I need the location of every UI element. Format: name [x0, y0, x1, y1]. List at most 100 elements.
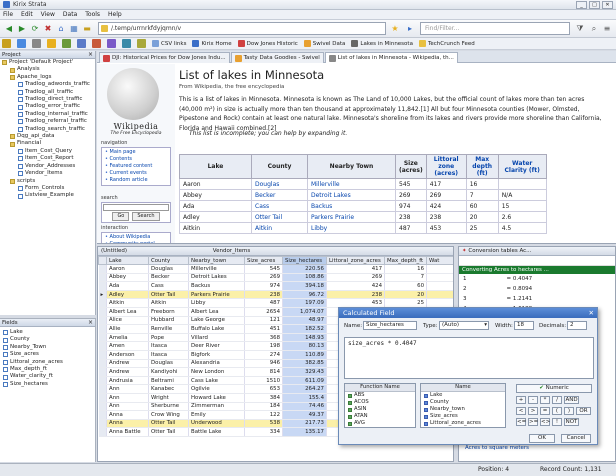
browser-tab-dji[interactable]: DJI: Historical Prices for Dow Jones Ind…	[99, 52, 230, 63]
wiki-table-cell[interactable]: Backus	[307, 200, 396, 212]
project-tree-item[interactable]: Tradlog_search_traffic	[0, 126, 95, 133]
project-tree-item[interactable]: Vendor_Addresses	[0, 163, 95, 170]
grid-cell[interactable]: 329.43	[282, 367, 327, 377]
grid-cell[interactable]: Bigfork	[188, 350, 245, 360]
field-name-item[interactable]: Nearby_town	[421, 406, 505, 413]
grid-cell[interactable]: Deer River	[188, 341, 245, 351]
field-name-item[interactable]: Lake	[421, 392, 505, 399]
wiki-go-button[interactable]: Go	[112, 212, 130, 221]
operator-button[interactable]: >	[528, 407, 538, 415]
grid-cell[interactable]: Ann	[106, 384, 149, 394]
grid-cell[interactable]: Alice	[106, 316, 149, 326]
grid-cell[interactable]: 80.13	[282, 341, 327, 351]
row-marker[interactable]	[98, 350, 107, 360]
grid-cell[interactable]: Otter Tail	[148, 427, 189, 437]
row-marker[interactable]	[98, 316, 107, 326]
toolbar-lightning-icon[interactable]	[47, 39, 56, 48]
project-tree-item[interactable]: Tradlog_internal_traffic	[0, 111, 95, 118]
grid-cell[interactable]: 16	[384, 264, 427, 274]
grid-cell[interactable]: 417	[326, 264, 385, 274]
menu-data[interactable]: Data	[63, 11, 77, 18]
operator-button[interactable]: AND	[564, 396, 579, 404]
operator-button[interactable]: !	[552, 418, 562, 426]
grid-tab-vendor-items[interactable]: Vendor_Items	[213, 248, 250, 254]
table-row[interactable]: Ada Cass Backus 974 394.18 424 60	[98, 281, 453, 291]
operator-button[interactable]: )	[564, 407, 574, 415]
menu-view[interactable]: View	[41, 11, 55, 18]
grid-cell[interactable]: 48.97	[282, 316, 327, 326]
close-button[interactable]: ✕	[602, 1, 613, 9]
grid-cell[interactable]: 545	[244, 264, 283, 274]
operator-button[interactable]: /	[552, 396, 562, 404]
table-row[interactable]: Aaron Douglas Millerville 545 220.56 417 16	[98, 264, 453, 274]
project-tree-item[interactable]: Vendor_Items	[0, 170, 95, 177]
grid-cell[interactable]: 946	[244, 359, 283, 369]
home-icon[interactable]: ⌂	[55, 23, 67, 35]
ok-button[interactable]: OK	[529, 434, 555, 443]
stop-icon[interactable]: ✖	[42, 23, 54, 35]
toolbar-save-icon[interactable]	[17, 39, 26, 48]
field-item[interactable]: County	[3, 336, 95, 343]
grid-cell[interactable]: Wright	[148, 393, 189, 403]
row-marker[interactable]	[98, 427, 107, 437]
field-item[interactable]: Lake	[3, 329, 95, 336]
bookmark-star-icon[interactable]: ★	[389, 23, 401, 35]
grid-cell[interactable]: Aitkin	[106, 298, 149, 308]
grid-cell[interactable]: 974	[244, 281, 283, 291]
grid-cell[interactable]: 269	[326, 273, 385, 283]
grid-cell[interactable]: Beltrami	[148, 376, 189, 386]
grid-cell[interactable]: 1510	[244, 376, 283, 386]
toolbar-calc-icon[interactable]	[137, 39, 146, 48]
grid-cell[interactable]: Buffalo Lake	[188, 324, 245, 334]
grid-cell[interactable]	[426, 281, 453, 291]
wiki-table-cell[interactable]: Douglas	[251, 178, 308, 190]
grid-cell[interactable]: 110.89	[282, 350, 327, 360]
project-tree-item[interactable]: Form_Controls	[0, 185, 95, 192]
cancel-button[interactable]: Cancel	[561, 434, 591, 443]
operator-button[interactable]: >=	[528, 418, 538, 426]
close-icon[interactable]: ×	[88, 319, 93, 327]
row-marker[interactable]	[98, 410, 107, 420]
project-tree-item[interactable]: Tradlog_error_traffic	[0, 103, 95, 110]
name-input[interactable]: Size_hectares	[363, 321, 417, 330]
row-marker[interactable]	[98, 376, 107, 386]
table-row[interactable]: Abbey Becker Detroit Lakes 269 108.86 269 7	[98, 273, 453, 283]
function-item[interactable]: ABS	[345, 392, 415, 399]
row-marker[interactable]	[98, 359, 107, 369]
menu-help[interactable]: Help	[108, 11, 122, 18]
grid-column-header[interactable]: Max_depth_ft	[384, 256, 427, 265]
project-tree-item[interactable]: scripts	[0, 178, 95, 185]
grid-cell[interactable]: Itasca	[148, 341, 189, 351]
function-item[interactable]: ATAN	[345, 413, 415, 420]
grid-cell[interactable]: 74.46	[282, 402, 327, 412]
wiki-table-cell[interactable]: Libby	[307, 222, 396, 234]
grid-cell[interactable]: Ann	[106, 402, 149, 412]
grid-cell[interactable]	[426, 290, 453, 300]
grid-cell[interactable]: 384	[244, 393, 283, 403]
project-tree-item[interactable]: Tradlog_direct_traffic	[0, 96, 95, 103]
field-item[interactable]: Max_depth_ft	[3, 366, 95, 373]
grid-cell[interactable]: 394.18	[282, 281, 327, 291]
menu-edit[interactable]: Edit	[21, 11, 33, 18]
row-marker[interactable]	[98, 281, 107, 291]
grid-cell[interactable]: Anna Battle	[106, 427, 149, 437]
wiki-interaction-link[interactable]: Community portal	[105, 241, 167, 243]
grid-cell[interactable]: 49.37	[282, 410, 327, 420]
operator-button[interactable]: <>	[540, 418, 550, 426]
dialog-close-icon[interactable]: ✕	[589, 308, 594, 318]
operator-button[interactable]: <=	[516, 418, 526, 426]
new-table-icon[interactable]: ▦	[68, 23, 80, 35]
grid-cell[interactable]: Lake George	[188, 316, 245, 326]
grid-cell[interactable]: Ogilvie	[188, 384, 245, 394]
grid-cell[interactable]: Sherburne	[148, 402, 189, 412]
grid-cell[interactable]: Cass	[148, 281, 189, 291]
grid-cell[interactable]: 197.09	[282, 298, 327, 308]
grid-cell[interactable]: 20	[384, 290, 427, 300]
grid-cell[interactable]	[426, 273, 453, 283]
find-filter-input[interactable]: Find/Filter...	[420, 22, 570, 35]
close-icon[interactable]: ×	[88, 51, 93, 59]
operator-button[interactable]: -	[528, 396, 538, 404]
field-item[interactable]: Littoral_zone_acres	[3, 359, 95, 366]
wiki-table-header[interactable]: Littoral zone (acres)	[425, 154, 467, 179]
numeric-toggle[interactable]: ✔ Numeric	[516, 384, 592, 393]
